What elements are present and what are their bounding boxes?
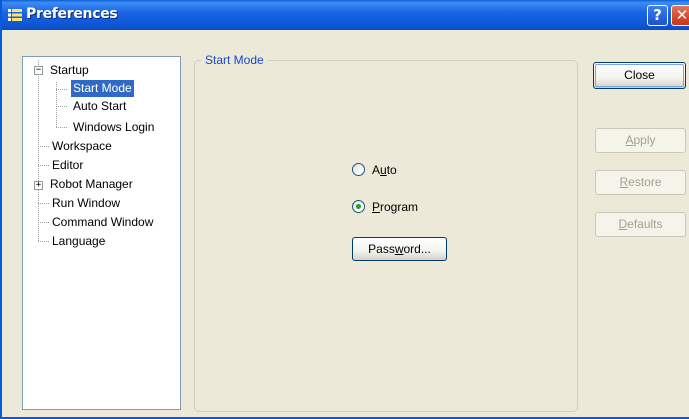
radio-program[interactable]: Program: [352, 199, 442, 215]
radio-program-label: Program: [372, 200, 419, 214]
tree-connector: [38, 241, 49, 242]
tree-connector: [56, 89, 67, 90]
tree-item-auto-start[interactable]: Auto Start: [73, 98, 126, 115]
start-mode-groupbox: [194, 60, 578, 412]
tree-connector: [56, 106, 67, 107]
tree-item-startup[interactable]: Startup: [50, 62, 89, 79]
window-close-button[interactable]: ✕: [671, 5, 689, 26]
tree-connector: [38, 165, 49, 166]
apply-button[interactable]: Apply: [595, 128, 686, 153]
preferences-tree[interactable]: − Startup Start Mode Auto Start Windows …: [22, 56, 181, 410]
preferences-dialog: Preferences ? ✕ − Startup Start Mode Aut…: [0, 0, 689, 419]
title-bar[interactable]: Preferences ? ✕: [2, 0, 689, 30]
tree-connector: [38, 222, 49, 223]
tree-item-start-mode[interactable]: Start Mode: [71, 80, 134, 97]
radio-dot-icon: [356, 204, 361, 209]
help-button[interactable]: ?: [647, 5, 668, 26]
tree-item-robot-manager[interactable]: Robot Manager: [50, 176, 133, 193]
tree-root-line: [38, 60, 39, 241]
defaults-button[interactable]: Defaults: [595, 212, 686, 237]
tree-connector: [56, 127, 67, 128]
preferences-app-icon: [8, 9, 22, 21]
tree-item-workspace[interactable]: Workspace: [52, 138, 112, 155]
tree-item-windows-login[interactable]: Windows Login: [73, 119, 154, 136]
close-button[interactable]: Close: [593, 62, 686, 89]
radio-circle-icon: [352, 163, 365, 176]
radio-auto-label: Auto: [372, 163, 397, 177]
password-button[interactable]: Password...: [352, 237, 447, 261]
collapse-icon[interactable]: −: [34, 66, 43, 75]
window-title: Preferences: [26, 6, 118, 22]
restore-button[interactable]: Restore: [595, 170, 686, 195]
radio-auto[interactable]: Auto: [352, 162, 432, 178]
tree-item-command-window[interactable]: Command Window: [52, 214, 153, 231]
expand-icon[interactable]: +: [34, 181, 43, 190]
start-mode-group-title: Start Mode: [202, 53, 267, 67]
tree-connector: [38, 203, 49, 204]
tree-item-editor[interactable]: Editor: [52, 157, 83, 174]
radio-circle-checked-icon: [352, 200, 365, 213]
tree-connector: [38, 146, 49, 147]
tree-item-run-window[interactable]: Run Window: [52, 195, 120, 212]
tree-item-language[interactable]: Language: [52, 233, 105, 250]
